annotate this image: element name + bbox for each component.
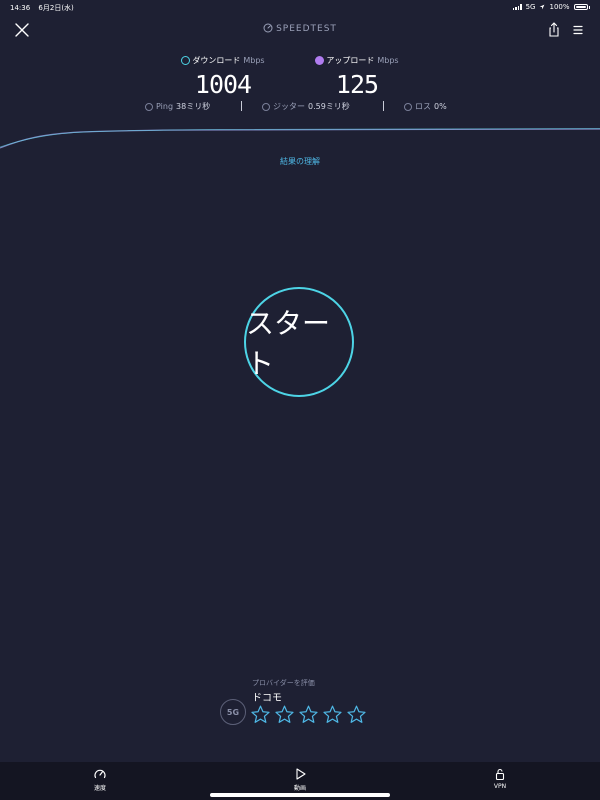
ping-label: Ping: [156, 102, 174, 111]
download-value: 1004: [194, 70, 252, 99]
start-button[interactable]: スタート: [244, 287, 354, 397]
brand-logo: SPEEDTEST: [0, 23, 600, 34]
understand-results-link[interactable]: 結果の理解: [0, 156, 600, 167]
star-icon[interactable]: [322, 704, 343, 725]
upload-result: アップロード Mbps 125: [292, 55, 422, 99]
brand-name: SPEEDTEST: [276, 24, 337, 34]
status-left: 14:36 6月2日(水): [10, 3, 80, 13]
tab-video[interactable]: 動画: [270, 767, 330, 792]
download-result: ダウンロード Mbps 1004: [158, 55, 288, 99]
status-date: 6月2日(水): [38, 4, 74, 12]
play-icon: [296, 768, 306, 780]
provider-rating: プロバイダーを評価 ドコモ 5G: [220, 678, 420, 728]
start-label: スタート: [246, 307, 331, 380]
tab-vpn-label: VPN: [493, 783, 507, 790]
battery-icon: [573, 4, 588, 10]
speedometer-icon: [94, 769, 106, 779]
tab-speed-label: 速度: [93, 785, 106, 792]
ping-icon: [145, 103, 153, 111]
tab-video-label: 動画: [293, 785, 306, 792]
upload-value: 125: [335, 70, 379, 99]
star-rating: [250, 704, 367, 725]
battery-percent: 100%: [549, 3, 570, 11]
provider-prompt: プロバイダーを評価: [252, 679, 315, 687]
location-arrow-icon: [540, 4, 545, 10]
loss-value: 0%: [434, 102, 447, 111]
ping-value: 38ミリ秒: [176, 102, 211, 111]
status-right: 5G 100%: [512, 3, 590, 11]
share-button[interactable]: [544, 20, 564, 40]
jitter-label: ジッター: [273, 102, 305, 111]
loss-metric: ロス 0%: [404, 101, 447, 112]
tab-vpn[interactable]: VPN: [470, 767, 530, 790]
network-5g-badge: 5G: [220, 699, 246, 725]
star-icon[interactable]: [250, 704, 271, 725]
header: SPEEDTEST: [0, 18, 600, 42]
network-type: 5G: [525, 3, 536, 11]
status-time: 14:36: [10, 4, 31, 12]
jitter-value: 0.59ミリ秒: [308, 102, 350, 111]
home-indicator[interactable]: [210, 793, 390, 797]
speedometer-icon: [263, 23, 273, 33]
download-label-text: ダウンロード: [192, 56, 241, 65]
speedtest-screen: 14:36 6月2日(水) 5G 100% SPEEDTEST ダウンロード M…: [0, 0, 600, 800]
metric-separator: [241, 101, 242, 111]
download-arrow-icon: [181, 56, 191, 65]
tab-speed[interactable]: 速度: [70, 767, 130, 792]
speed-graph: [0, 128, 600, 149]
metric-separator: [383, 101, 384, 111]
jitter-metric: ジッター 0.59ミリ秒: [262, 101, 350, 112]
ping-metric: Ping 38ミリ秒: [145, 101, 210, 112]
menu-button[interactable]: [568, 20, 588, 40]
lock-icon: [495, 768, 505, 781]
menu-icon: [573, 25, 583, 35]
upload-unit: Mbps: [377, 56, 399, 65]
loss-label: ロス: [415, 102, 431, 111]
download-label: ダウンロード Mbps: [158, 55, 288, 66]
provider-name: ドコモ: [252, 693, 282, 704]
star-icon[interactable]: [346, 704, 367, 725]
upload-label-text: アップロード: [326, 56, 375, 65]
jitter-icon: [262, 103, 270, 111]
battery-nub: [588, 5, 590, 9]
badge-text: 5G: [226, 707, 240, 717]
status-bar: 14:36 6月2日(水) 5G 100%: [0, 0, 600, 14]
download-unit: Mbps: [243, 56, 265, 65]
loss-icon: [404, 103, 412, 111]
star-icon[interactable]: [274, 704, 295, 725]
star-icon[interactable]: [298, 704, 319, 725]
upload-label: アップロード Mbps: [292, 55, 422, 66]
signal-icon: [512, 4, 522, 10]
share-icon: [549, 22, 559, 37]
upload-arrow-icon: [315, 56, 325, 65]
